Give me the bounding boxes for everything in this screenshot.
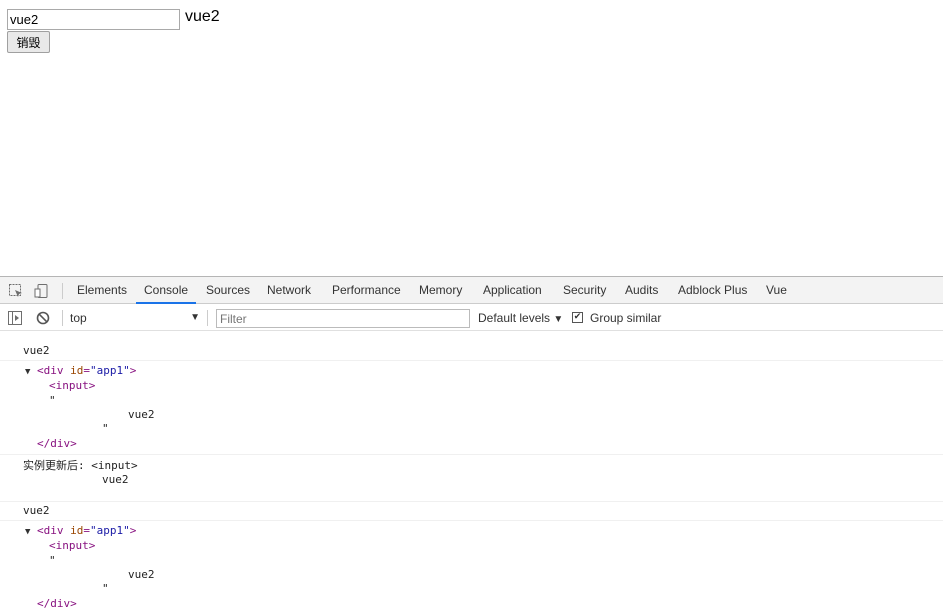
filter-input[interactable] <box>216 309 470 328</box>
tab-security[interactable]: Security <box>563 277 606 304</box>
tab-separator <box>62 283 63 299</box>
levels-arrow-icon: ▼ <box>553 314 564 325</box>
update-prefix: 实例更新后: <input> <box>23 459 138 473</box>
log-text: vue2 <box>23 504 50 517</box>
child-tag[interactable]: <input> <box>49 539 95 553</box>
toolbar-separator <box>62 310 63 326</box>
destroy-button[interactable]: 销毁 <box>7 31 50 53</box>
levels-label: Default levels <box>478 311 551 325</box>
text-node: vue2 <box>128 408 155 421</box>
context-value: top <box>70 311 87 325</box>
tag-name: div <box>43 524 64 537</box>
levels-dropdown[interactable]: Default levels ▼ <box>478 309 563 327</box>
tab-vue[interactable]: Vue <box>766 277 787 304</box>
prefix-text: 实例更新后: <box>23 459 85 472</box>
tab-sources[interactable]: Sources <box>206 277 250 304</box>
expand-triangle-icon[interactable]: ▼ <box>25 524 30 539</box>
attr-name: id <box>70 524 84 537</box>
log-text: vue2 <box>23 344 50 357</box>
open-tag[interactable]: <div id="app1"> <box>37 364 136 378</box>
text-node: vue2 <box>128 568 155 581</box>
quote-close: " <box>102 422 109 435</box>
echo-text: vue2 <box>185 8 220 25</box>
tab-adblock-plus[interactable]: Adblock Plus <box>678 277 747 304</box>
toolbar-separator <box>207 310 208 326</box>
child-tag[interactable]: <input> <box>49 379 95 393</box>
inspect-icon[interactable] <box>8 283 24 299</box>
group-similar-checkbox[interactable]: ✔ <box>572 312 583 323</box>
update-text: vue2 <box>102 473 129 486</box>
console-message: vue2 <box>0 502 943 521</box>
attr-name: id <box>70 364 84 377</box>
group-similar-label: Group similar <box>590 311 662 325</box>
tab-application[interactable]: Application <box>483 277 542 304</box>
tab-performance[interactable]: Performance <box>332 277 401 304</box>
quote-close: " <box>102 582 109 595</box>
tab-console[interactable]: Console <box>144 277 188 304</box>
quote-open: " <box>49 394 56 407</box>
attr-value: "app1" <box>90 364 130 377</box>
console-message: ▼ <div id="app1"> <input> " vue2 " </div… <box>0 361 943 455</box>
console-message: vue2 <box>0 341 943 361</box>
expand-triangle-icon[interactable]: ▼ <box>25 364 30 379</box>
dropdown-arrow-icon: ▼ <box>190 312 200 323</box>
tag-name: div <box>43 364 64 377</box>
console-toolbar: top ▼ Default levels ▼ ✔ Group similar <box>0 305 943 331</box>
update-tag: <input> <box>91 459 138 472</box>
clear-console-icon[interactable] <box>35 310 51 326</box>
devtools-tabbar: Elements Console Sources Network Perform… <box>0 277 943 304</box>
tab-network[interactable]: Network <box>267 277 311 304</box>
page-content: vue2 销毁 <box>0 0 943 276</box>
tab-audits[interactable]: Audits <box>625 277 658 304</box>
context-select[interactable]: top ▼ <box>70 309 204 327</box>
open-tag[interactable]: <div id="app1"> <box>37 524 136 538</box>
console-message: ▼ <div id="app1"> <input> " vue2 " </div… <box>0 521 943 614</box>
devtools-panel: Elements Console Sources Network Perform… <box>0 276 943 614</box>
close-tag: </div> <box>37 597 77 610</box>
device-toolbar-icon[interactable] <box>34 283 50 299</box>
console-output: vue2 ▼ <div id="app1"> <input> " vue2 " … <box>0 332 943 614</box>
close-tag: </div> <box>37 437 77 450</box>
text-input[interactable] <box>7 9 180 30</box>
active-tab-indicator <box>136 302 196 304</box>
quote-open: " <box>49 554 56 567</box>
sidebar-toggle-icon[interactable] <box>7 310 23 326</box>
console-message: 实例更新后: <input> vue2 <box>0 455 943 502</box>
attr-value: "app1" <box>90 524 130 537</box>
tab-elements[interactable]: Elements <box>77 277 127 304</box>
tab-memory[interactable]: Memory <box>419 277 462 304</box>
